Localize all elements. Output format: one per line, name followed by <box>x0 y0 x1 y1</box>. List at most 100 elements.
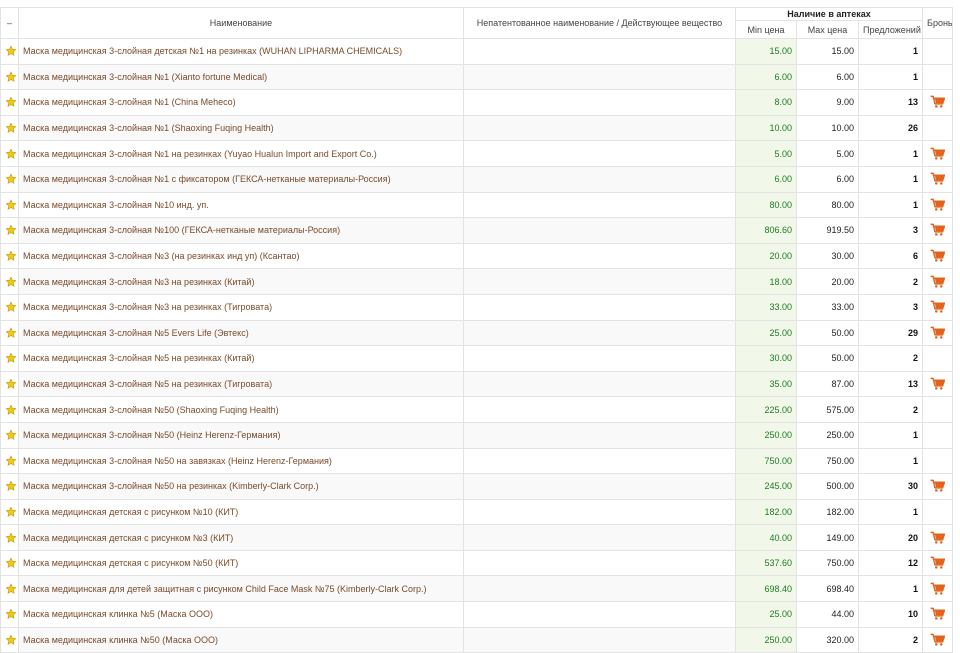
offers-count-link[interactable]: 1 <box>857 421 924 449</box>
favorite-cell[interactable] <box>0 345 19 372</box>
offers-count-link[interactable]: 1 <box>857 191 924 219</box>
cart-icon[interactable] <box>930 531 946 544</box>
favorite-cell[interactable] <box>0 63 19 91</box>
offers-count-link[interactable]: 29 <box>857 319 924 347</box>
star-icon[interactable] <box>5 352 17 364</box>
offers-count-link[interactable]: 1 <box>857 498 924 526</box>
product-name-link[interactable]: Маска медицинская 3-слойная №10 инд. уп. <box>18 191 464 219</box>
offers-count-link[interactable]: 6 <box>857 242 924 270</box>
reserve-cell[interactable] <box>922 575 954 603</box>
cart-icon[interactable] <box>930 556 946 569</box>
product-name-link[interactable]: Маска медицинская 3-слойная детская №1 н… <box>18 38 464 65</box>
offers-count-link[interactable]: 20 <box>857 524 924 551</box>
product-name-link[interactable]: Маска медицинская 3-слойная №50 на резин… <box>18 473 464 500</box>
favorite-cell[interactable] <box>0 601 19 628</box>
favorite-cell[interactable] <box>0 549 19 577</box>
favorite-cell[interactable] <box>0 473 19 500</box>
favorite-cell[interactable] <box>0 498 19 526</box>
offers-count-link[interactable]: 3 <box>857 217 924 244</box>
favorite-cell[interactable] <box>0 575 19 603</box>
offers-count-link[interactable]: 2 <box>857 345 924 372</box>
offers-count-link[interactable]: 10 <box>857 601 924 628</box>
reserve-cell[interactable] <box>922 473 954 500</box>
product-name-link[interactable]: Маска медицинская 3-слойная №100 (ГЕКСА-… <box>18 217 464 244</box>
column-max-price-header[interactable]: Max цена <box>796 20 859 39</box>
reserve-cell[interactable] <box>922 165 954 193</box>
offers-count-link[interactable]: 1 <box>857 38 924 65</box>
offers-count-link[interactable]: 1 <box>857 447 924 475</box>
cart-icon[interactable] <box>930 300 946 313</box>
reserve-cell[interactable] <box>922 242 954 270</box>
product-name-link[interactable]: Маска медицинская детская с рисунком №3 … <box>18 524 464 551</box>
star-icon[interactable] <box>5 148 17 159</box>
cart-icon[interactable] <box>930 275 946 288</box>
cart-icon[interactable] <box>930 249 946 262</box>
reserve-cell[interactable] <box>922 217 954 244</box>
favorite-cell[interactable] <box>0 242 19 270</box>
favorite-cell[interactable] <box>0 38 19 65</box>
product-name-link[interactable]: Маска медицинская клинка №5 (Маска ООО) <box>18 601 464 628</box>
star-icon[interactable] <box>5 557 17 569</box>
cart-icon[interactable] <box>930 198 946 211</box>
cart-icon[interactable] <box>930 377 946 390</box>
favorite-cell[interactable] <box>0 370 19 398</box>
cart-icon[interactable] <box>930 326 946 339</box>
star-icon[interactable] <box>5 327 17 338</box>
offers-count-link[interactable]: 3 <box>857 293 924 321</box>
reserve-cell[interactable] <box>922 191 954 219</box>
star-icon[interactable] <box>5 276 17 287</box>
offers-count-link[interactable]: 30 <box>857 473 924 500</box>
cart-icon[interactable] <box>930 172 946 185</box>
offers-count-link[interactable]: 2 <box>857 396 924 423</box>
star-icon[interactable] <box>5 608 17 620</box>
cart-icon[interactable] <box>930 607 946 620</box>
star-icon[interactable] <box>5 531 17 543</box>
star-icon[interactable] <box>5 301 17 313</box>
reserve-cell[interactable] <box>922 293 954 321</box>
product-name-link[interactable]: Маска медицинская 3-слойная №3 (на резин… <box>18 242 464 270</box>
reserve-cell[interactable] <box>922 268 954 295</box>
star-icon[interactable] <box>5 224 17 236</box>
star-icon[interactable] <box>5 480 17 492</box>
product-name-link[interactable]: Маска медицинская 3-слойная №50 (Shaoxin… <box>18 396 464 423</box>
product-name-link[interactable]: Маска медицинская 3-слойная №1 (Xianto f… <box>18 63 464 91</box>
product-name-link[interactable]: Маска медицинская 3-слойная №5 на резинк… <box>18 370 464 398</box>
reserve-cell[interactable] <box>922 319 954 347</box>
reserve-cell[interactable] <box>922 524 954 551</box>
product-name-link[interactable]: Маска медицинская 3-слойная №3 на резинк… <box>18 293 464 321</box>
product-name-link[interactable]: Маска медицинская 3-слойная №5 на резинк… <box>18 345 464 372</box>
favorite-cell[interactable] <box>0 114 19 142</box>
cart-icon[interactable] <box>930 96 946 109</box>
product-name-link[interactable]: Маска медицинская 3-слойная №1 с фиксато… <box>18 165 464 193</box>
favorite-cell[interactable] <box>0 217 19 244</box>
product-name-link[interactable]: Маска медицинская 3-слойная №1 (Shaoxing… <box>18 114 464 142</box>
favorite-cell[interactable] <box>0 165 19 193</box>
favorite-cell[interactable] <box>0 191 19 219</box>
star-icon[interactable] <box>5 378 17 389</box>
offers-count-link[interactable]: 13 <box>857 370 924 398</box>
star-icon[interactable] <box>5 455 17 466</box>
offers-count-link[interactable]: 13 <box>857 89 924 116</box>
column-min-price-header[interactable]: Min цена <box>735 20 797 39</box>
favorite-cell[interactable] <box>0 268 19 295</box>
star-icon[interactable] <box>5 45 17 57</box>
cart-icon[interactable] <box>930 633 946 646</box>
product-name-link[interactable]: Маска медицинская для детей защитная с р… <box>18 575 464 603</box>
favorite-cell[interactable] <box>0 89 19 116</box>
offers-count-link[interactable]: 12 <box>857 549 924 577</box>
reserve-cell[interactable] <box>922 140 954 167</box>
reserve-cell[interactable] <box>922 89 954 116</box>
product-name-link[interactable]: Маска медицинская 3-слойная №50 на завяз… <box>18 447 464 475</box>
star-icon[interactable] <box>5 429 17 441</box>
column-name-header[interactable]: Наименование <box>18 7 464 39</box>
column-inn-header[interactable]: Непатентованное наименование / Действующ… <box>463 7 736 39</box>
star-icon[interactable] <box>5 199 17 210</box>
favorite-cell[interactable] <box>0 293 19 321</box>
product-name-link[interactable]: Маска медицинская детская с рисунком №50… <box>18 549 464 577</box>
offers-count-link[interactable]: 26 <box>857 114 924 142</box>
cart-icon[interactable] <box>930 224 946 237</box>
cart-icon[interactable] <box>930 147 946 160</box>
favorite-cell[interactable] <box>0 140 19 167</box>
favorite-cell[interactable] <box>0 319 19 347</box>
offers-count-link[interactable]: 1 <box>857 63 924 91</box>
